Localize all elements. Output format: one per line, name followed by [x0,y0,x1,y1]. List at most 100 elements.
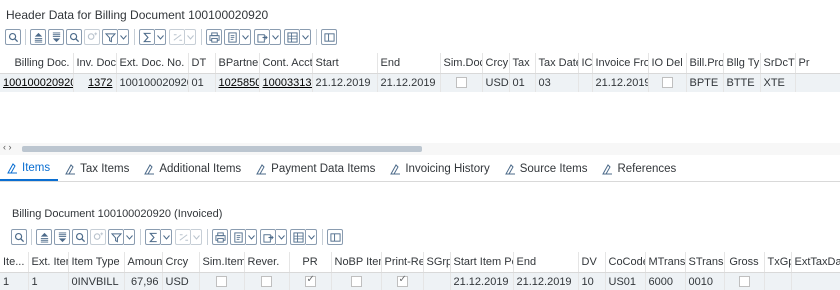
column-header[interactable]: STrans [685,252,725,273]
column-header[interactable]: ExtTaxDate [791,252,840,273]
find-button[interactable] [66,29,82,45]
column-header[interactable]: Crcy [482,53,510,74]
export-button[interactable] [254,29,270,45]
view-dropdown[interactable] [240,29,251,45]
column-header[interactable]: Start Item Per. [450,252,514,273]
filter-dropdown[interactable] [124,229,135,245]
column-header[interactable]: IC [578,53,593,74]
subtotal-dropdown[interactable] [185,29,196,45]
column-header[interactable]: Item Type [68,252,125,273]
find-next-button[interactable] [84,29,100,45]
column-header[interactable]: Start [312,53,378,74]
column-header[interactable]: End [377,53,441,74]
column-header[interactable]: Sim.Doc. [440,53,483,74]
horizontal-scrollbar[interactable]: ‹ › [0,142,840,155]
column-header[interactable]: BPartner [215,53,260,74]
column-header[interactable]: DV [578,252,606,273]
column-header[interactable]: SGrp [423,252,451,273]
info-button[interactable] [321,29,337,45]
view-button[interactable] [230,229,246,245]
column-header[interactable]: Tax Date [535,53,579,74]
export-button[interactable] [260,229,276,245]
tab-references[interactable]: References [595,157,684,181]
tab-label: Invoicing History [405,163,490,175]
column-header[interactable]: Inv. Doc. [73,53,117,74]
column-header[interactable]: Ext. Doc. No. [116,53,189,74]
column-header[interactable]: Billing Doc. [0,53,74,74]
subtotal-button[interactable] [169,29,185,45]
column-header[interactable]: TxGp [764,252,792,273]
view-button[interactable] [224,29,240,45]
column-header[interactable]: SrDcTp [760,53,796,74]
column-header[interactable]: End [513,252,579,273]
column-header[interactable]: Bill.Proc. [686,53,724,74]
column-header[interactable]: Cont. Acct [259,53,313,74]
column-header[interactable]: Ite... [0,252,29,273]
scroll-arrows-icon[interactable]: ‹ › [3,142,12,152]
column-header[interactable]: NoBP Item [331,252,382,273]
sort-ascending-button[interactable] [30,29,46,45]
layout-button[interactable] [290,229,306,245]
sort-ascending-button[interactable] [36,229,52,245]
ext-tax-date-cell [791,272,840,290]
print-button[interactable] [212,229,228,245]
print-button[interactable] [206,29,222,45]
find-next-button[interactable] [90,229,106,245]
chevron-down-icon [247,231,255,243]
table-row[interactable]: 1 1 0INVBILL 67,96 USD 21.12.2019 21.12.… [0,272,840,290]
subtotal-dropdown[interactable] [191,229,202,245]
filter-button[interactable] [108,229,124,245]
column-header[interactable]: DT [188,53,216,74]
subtotal-button[interactable] [175,229,191,245]
layout-dropdown[interactable] [300,29,311,45]
total-dropdown[interactable] [155,29,166,45]
column-header[interactable]: Crcy [162,252,200,273]
column-header[interactable]: Amount [124,252,163,273]
column-header[interactable]: Invoice From [592,53,649,74]
column-header[interactable]: Bllg Type [723,53,761,74]
billing-doc-link[interactable]: 100100020920 [3,77,72,89]
total-button[interactable] [139,29,155,45]
export-dropdown[interactable] [270,29,281,45]
column-header[interactable]: MTrans [645,252,686,273]
tab-source-items[interactable]: Source Items [498,157,596,181]
column-header[interactable]: PR [289,252,332,273]
info-button[interactable] [327,229,343,245]
column-header[interactable]: Ext. Item [28,252,69,273]
filter-button[interactable] [102,29,118,45]
sort-descending-button[interactable] [54,229,70,245]
cont-acct-link[interactable]: 100033133 [263,77,312,89]
scrollbar-thumb[interactable] [22,146,422,152]
tab-payment-data-items[interactable]: Payment Data Items [249,157,383,181]
total-button[interactable] [145,229,161,245]
tab-tax-items[interactable]: Tax Items [58,157,137,181]
column-header[interactable]: Tax [509,53,536,74]
filter-dropdown[interactable] [118,29,129,45]
txgp-cell [764,272,792,290]
inv-doc-link[interactable]: 1372 [88,77,112,89]
column-header[interactable]: Rever. [244,252,290,273]
sort-descending-button[interactable] [48,29,64,45]
export-dropdown[interactable] [276,229,287,245]
column-header[interactable]: Sim.Item [199,252,245,273]
layout-button[interactable] [284,29,300,45]
layout-dropdown[interactable] [306,229,317,245]
column-header[interactable]: CoCode [605,252,646,273]
column-header[interactable]: Print-Rel [381,252,424,273]
total-dropdown[interactable] [161,229,172,245]
table-row[interactable]: 100100020920 1372 100100020920 01 102585… [0,73,840,92]
details-button[interactable] [11,229,27,245]
column-header[interactable]: Gross [724,252,765,273]
column-header[interactable]: Pr [795,53,840,74]
toolbar-separator [140,229,141,245]
view-dropdown[interactable] [246,229,257,245]
tab-additional-items[interactable]: Additional Items [137,157,249,181]
bpartner-link[interactable]: 1025850 [219,77,259,89]
tab-items[interactable]: Items [0,157,59,181]
column-header[interactable]: IO Del [648,53,687,74]
details-button[interactable] [5,29,21,45]
tab-label: Items [22,162,51,174]
tab-invoicing-history[interactable]: Invoicing History [383,157,497,181]
tab-label: References [617,163,677,175]
find-button[interactable] [72,229,88,245]
